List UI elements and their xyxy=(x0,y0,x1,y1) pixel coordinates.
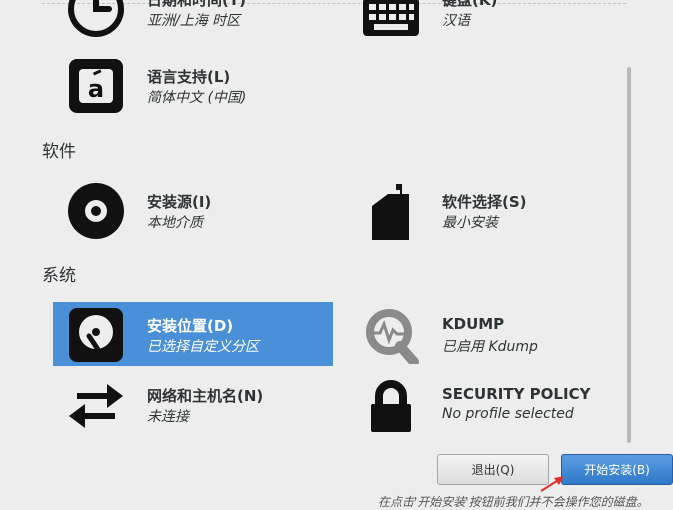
network-title: 网络和主机名(N) xyxy=(147,387,264,405)
disc-icon xyxy=(67,182,125,240)
spoke-install-source[interactable]: 安装源(I) 本地介质 xyxy=(53,178,333,242)
network-status: 未连接 xyxy=(147,409,189,425)
language-status: 简体中文 (中国) xyxy=(147,90,247,106)
software-selection-status: 最小安装 xyxy=(442,215,498,231)
quit-button[interactable]: 退出(Q) xyxy=(437,454,549,485)
software-section-title: 软件 xyxy=(42,142,76,162)
spoke-security-policy[interactable]: SECURITY POLICY No profile selected xyxy=(348,372,628,436)
network-arrows-icon xyxy=(67,376,125,434)
kdump-status: 已启用 Kdump xyxy=(442,339,538,355)
spoke-software-selection[interactable]: 软件选择(S) 最小安装 xyxy=(348,178,628,242)
install-destination-title: 安装位置(D) xyxy=(147,317,234,335)
clock-icon xyxy=(67,0,125,38)
security-policy-title: SECURITY POLICY xyxy=(442,385,591,403)
search-icon xyxy=(362,306,420,364)
spoke-language[interactable]: a 语言支持(L) 简体中文 (中国) xyxy=(53,53,333,117)
software-selection-title: 软件选择(S) xyxy=(442,193,527,211)
keyboard-status: 汉语 xyxy=(442,13,470,29)
kdump-title: KDUMP xyxy=(442,315,505,333)
datetime-title: 日期和时间(T) xyxy=(147,0,246,9)
security-policy-status: No profile selected xyxy=(442,406,574,422)
spoke-kdump[interactable]: KDUMP 已启用 Kdump xyxy=(348,302,628,366)
lock-icon xyxy=(362,376,420,434)
begin-installation-button[interactable]: 开始安装(B) xyxy=(561,454,673,485)
language-icon: a xyxy=(67,57,125,115)
language-title: 语言支持(L) xyxy=(147,68,231,86)
spoke-datetime[interactable]: 日期和时间(T) 亚洲/上海 时区 xyxy=(53,0,333,40)
footer-note: 在点击'开始安装'按钮前我们并不会操作您的磁盘。 xyxy=(378,495,649,509)
install-source-title: 安装源(I) xyxy=(147,193,212,211)
install-source-status: 本地介质 xyxy=(147,215,203,231)
install-destination-status: 已选择自定义分区 xyxy=(147,339,259,355)
datetime-status: 亚洲/上海 时区 xyxy=(147,13,241,29)
package-icon xyxy=(362,182,420,240)
spoke-install-destination[interactable]: 安装位置(D) 已选择自定义分区 xyxy=(53,302,333,366)
system-section-title: 系统 xyxy=(42,266,76,286)
spoke-keyboard[interactable]: 键盘(K) 汉语 xyxy=(348,0,628,40)
keyboard-title: 键盘(K) xyxy=(442,0,498,9)
spoke-network[interactable]: 网络和主机名(N) 未连接 xyxy=(53,372,333,436)
keyboard-icon xyxy=(362,0,420,38)
svg-text:a: a xyxy=(88,75,104,103)
harddisk-icon xyxy=(67,306,125,364)
